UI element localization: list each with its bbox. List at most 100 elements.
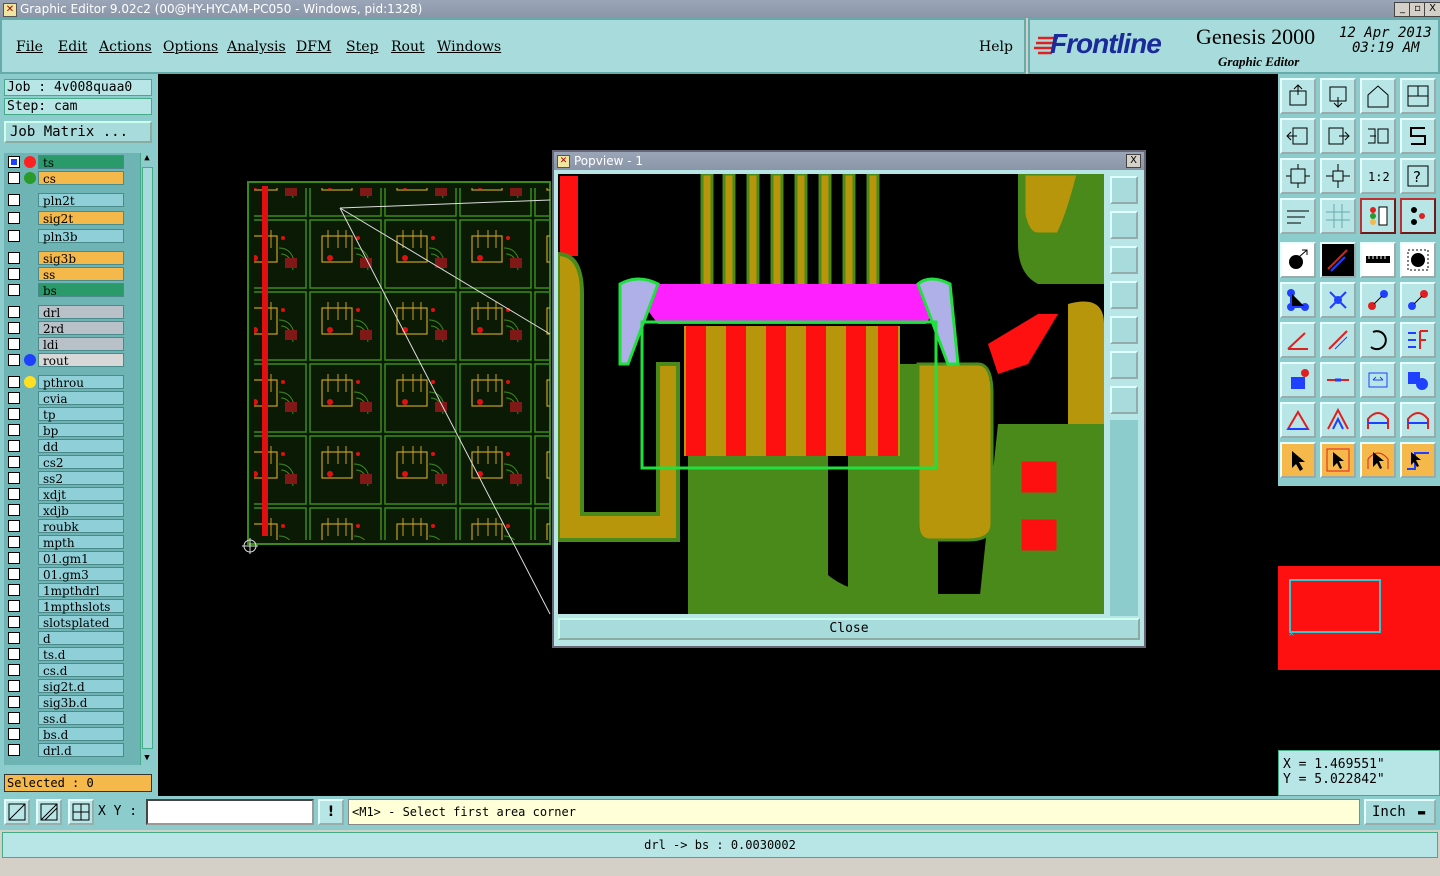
menu-step[interactable]: Step — [346, 39, 378, 55]
layer-checkbox[interactable] — [8, 194, 20, 206]
layer-name[interactable]: sig2t.d — [38, 679, 124, 694]
layer-checkbox[interactable] — [8, 504, 20, 516]
tool-copy-icon[interactable] — [1400, 282, 1436, 318]
layer-name[interactable]: ldi — [38, 337, 124, 352]
snap-icon[interactable] — [4, 799, 30, 825]
layer-checkbox[interactable] — [8, 600, 20, 612]
layer-name[interactable]: sig3b — [38, 251, 124, 266]
tool-help-icon[interactable]: ? — [1400, 158, 1436, 194]
tool-zoom-1to2-icon[interactable]: 1:2 — [1360, 158, 1396, 194]
layer-checkbox[interactable] — [8, 744, 20, 756]
layer-row[interactable]: 01.gm3 — [6, 567, 126, 582]
layer-row[interactable]: ts — [6, 155, 126, 170]
layer-row[interactable]: ss.d — [6, 711, 126, 726]
tool-mirror-icon[interactable] — [1360, 118, 1396, 154]
popview-tool-zoom-in-icon[interactable] — [1110, 351, 1138, 379]
layer-name[interactable]: pln2t — [38, 193, 124, 208]
layer-checkbox[interactable] — [8, 172, 20, 184]
layer-name[interactable]: drl — [38, 305, 124, 320]
layer-row[interactable]: sig3b.d — [6, 695, 126, 710]
layer-checkbox[interactable] — [8, 536, 20, 548]
layer-checkbox[interactable] — [8, 376, 20, 388]
popview-tool-fit-icon[interactable] — [1110, 176, 1138, 204]
tool-redraw-icon[interactable] — [1400, 118, 1436, 154]
layer-name[interactable]: xdjt — [38, 487, 124, 502]
tool-cut-line-icon[interactable] — [1320, 362, 1356, 398]
tool-ruler-icon[interactable] — [1360, 242, 1396, 278]
tool-slash-icon[interactable] — [1320, 322, 1356, 358]
tool-select-icon[interactable] — [1280, 242, 1316, 278]
layer-name[interactable]: drl.d — [38, 743, 124, 758]
layer-checkbox[interactable] — [8, 212, 20, 224]
tool-pointer-path-icon[interactable] — [1400, 442, 1436, 478]
layer-checkbox[interactable] — [8, 306, 20, 318]
layer-checkbox[interactable] — [8, 338, 20, 350]
menu-rout[interactable]: Rout — [391, 39, 425, 55]
layer-checkbox[interactable] — [8, 632, 20, 644]
popview-tool-pan-down-icon[interactable] — [1110, 246, 1138, 274]
menu-analysis[interactable]: Analysis — [227, 39, 286, 55]
layer-checkbox[interactable] — [8, 408, 20, 420]
popview-tool-pan-right-icon[interactable] — [1110, 316, 1138, 344]
scroll-down-icon[interactable]: ▼ — [141, 753, 153, 763]
popview-window[interactable]: ✕ Popview - 1 X Close — [552, 150, 1146, 648]
layer-list-scrollbar[interactable]: ▲ ▼ — [140, 153, 153, 765]
layer-row[interactable]: dd — [6, 439, 126, 454]
layer-name[interactable]: xdjb — [38, 503, 124, 518]
tool-angle-icon[interactable] — [1280, 322, 1316, 358]
menu-windows[interactable]: Windows — [437, 39, 501, 55]
layer-checkbox[interactable] — [8, 696, 20, 708]
tool-move-icon[interactable] — [1360, 282, 1396, 318]
layer-row[interactable]: bs.d — [6, 727, 126, 742]
layer-name[interactable]: sig2t — [38, 211, 124, 226]
layer-row[interactable]: sig2t.d — [6, 679, 126, 694]
tool-arc-icon[interactable] — [1360, 322, 1396, 358]
layer-checkbox[interactable] — [8, 616, 20, 628]
layer-row[interactable]: sig3b — [6, 251, 126, 266]
tool-pointer-arch-icon[interactable] — [1360, 442, 1396, 478]
layer-name[interactable]: 01.gm1 — [38, 551, 124, 566]
layer-row[interactable]: 1mpthdrl — [6, 583, 126, 598]
layer-row[interactable]: cs2 — [6, 455, 126, 470]
tool-arch-fill-icon[interactable] — [1400, 402, 1436, 438]
layer-name[interactable]: roubk — [38, 519, 124, 534]
layer-name[interactable]: dd — [38, 439, 124, 454]
layer-checkbox[interactable] — [8, 424, 20, 436]
layer-name[interactable]: rout — [38, 353, 124, 368]
layer-name[interactable]: sig3b.d — [38, 695, 124, 710]
layer-row[interactable]: roubk — [6, 519, 126, 534]
layer-checkbox[interactable] — [8, 440, 20, 452]
tool-zoom-fit-icon[interactable] — [1280, 158, 1316, 194]
layer-row[interactable]: pln2t — [6, 193, 126, 208]
tool-grid-icon[interactable] — [1320, 198, 1356, 234]
layer-checkbox[interactable] — [8, 392, 20, 404]
layer-name[interactable]: slotsplated — [38, 615, 124, 630]
layer-name[interactable]: cs2 — [38, 455, 124, 470]
layer-checkbox[interactable] — [8, 322, 20, 334]
layer-checkbox[interactable] — [8, 156, 20, 168]
layer-checkbox[interactable] — [8, 584, 20, 596]
tool-pan-left-icon[interactable] — [1280, 118, 1316, 154]
layer-name[interactable]: ss2 — [38, 471, 124, 486]
layer-name[interactable]: bs.d — [38, 727, 124, 742]
layer-checkbox[interactable] — [8, 488, 20, 500]
layer-row[interactable]: 1mpthslots — [6, 599, 126, 614]
tool-display-options-icon[interactable] — [1400, 198, 1436, 234]
layer-row[interactable]: cs — [6, 171, 126, 186]
layer-row[interactable]: sig2t — [6, 211, 126, 226]
tool-add-pad-icon[interactable] — [1280, 362, 1316, 398]
menu-help[interactable]: Help — [979, 39, 1013, 55]
layer-checkbox[interactable] — [8, 712, 20, 724]
layer-row[interactable]: d — [6, 631, 126, 646]
menu-edit[interactable]: Edit — [58, 39, 87, 55]
layer-name[interactable]: cvia — [38, 391, 124, 406]
layer-name[interactable]: ts — [38, 155, 124, 170]
tool-split-view-icon[interactable] — [1400, 78, 1436, 114]
layer-checkbox[interactable] — [8, 456, 20, 468]
layer-name[interactable]: bs — [38, 283, 124, 298]
layer-checkbox[interactable] — [8, 648, 20, 660]
layer-row[interactable]: ss — [6, 267, 126, 282]
layer-name[interactable]: ts.d — [38, 647, 124, 662]
snap-center-icon[interactable] — [68, 799, 94, 825]
tool-pan-right-icon[interactable] — [1320, 118, 1356, 154]
